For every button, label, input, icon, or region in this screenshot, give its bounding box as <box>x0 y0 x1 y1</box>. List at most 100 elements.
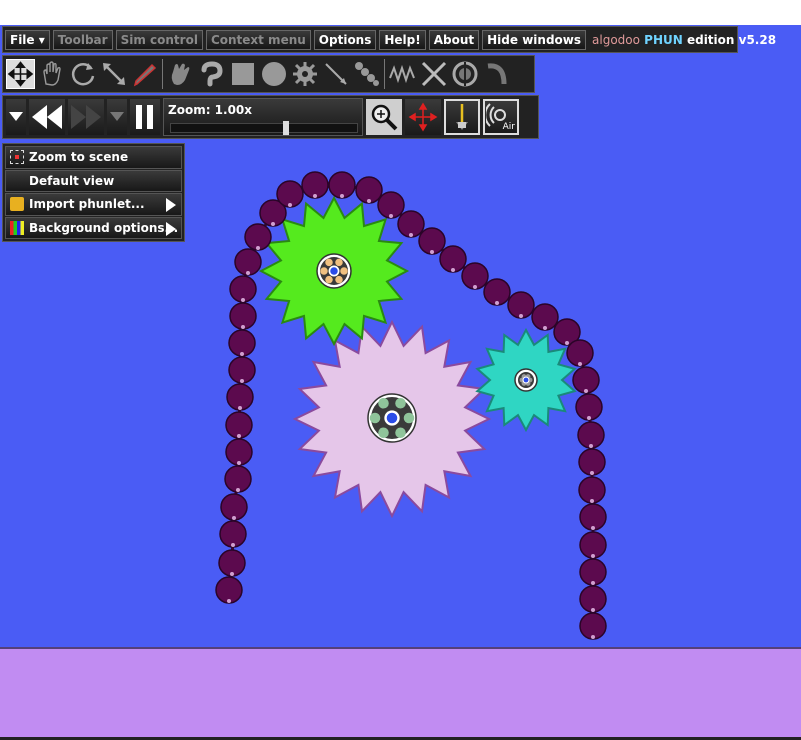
brush-tool-button[interactable] <box>166 59 195 89</box>
green-gear-bolt[interactable] <box>325 258 333 267</box>
chain-link-joint[interactable] <box>240 379 244 383</box>
chain-link-joint[interactable] <box>271 222 275 226</box>
sketch-tool-button[interactable] <box>130 59 159 89</box>
chain-link-joint[interactable] <box>451 268 455 272</box>
menu-help[interactable]: Help! <box>379 29 426 50</box>
menu-item-background-options[interactable]: Background options... <box>5 216 182 239</box>
zoom-slider-thumb[interactable] <box>283 121 289 135</box>
chain-tool-button[interactable] <box>352 59 381 89</box>
chain-link-joint[interactable] <box>591 581 595 585</box>
chain-link-joint[interactable] <box>591 526 595 530</box>
chain-link-joint[interactable] <box>227 599 231 603</box>
eraser-tool-button[interactable] <box>419 59 448 89</box>
green-gear-bolt[interactable] <box>335 258 343 267</box>
chain-link-joint[interactable] <box>409 233 413 237</box>
chain-link-joint[interactable] <box>288 203 292 207</box>
menu-sim-control[interactable]: Sim control <box>115 29 203 50</box>
chain-link-joint[interactable] <box>238 406 242 410</box>
chain-link-joint[interactable] <box>495 301 499 305</box>
menu-file[interactable]: File ▾ <box>5 29 50 50</box>
zoom-slider[interactable] <box>170 121 358 135</box>
chain-link-joint[interactable] <box>367 199 371 203</box>
green-gear-bolt[interactable] <box>325 275 333 284</box>
fast-forward-button[interactable] <box>68 99 104 135</box>
chain-link-joint[interactable] <box>237 461 241 465</box>
zoom-tool-button[interactable] <box>366 99 402 135</box>
menu-item-import-phunlet[interactable]: Import phunlet... <box>5 193 182 216</box>
teal-gear-center-dot[interactable] <box>523 377 529 383</box>
magnifier-icon <box>371 104 398 131</box>
drag-tool-button[interactable] <box>37 59 66 89</box>
large-pink-gear-bolt[interactable] <box>369 412 381 424</box>
menu-about[interactable]: About <box>428 29 480 50</box>
chain-link-joint[interactable] <box>236 488 240 492</box>
rotate-tool-button[interactable] <box>68 59 97 89</box>
sim-control-bar: Zoom: 1.00x Air <box>2 95 539 139</box>
menu-toolbar[interactable]: Toolbar <box>52 29 113 50</box>
large-pink-gear-bolt[interactable] <box>395 427 406 439</box>
circle-tool-button[interactable] <box>259 59 288 89</box>
move-tool-button[interactable] <box>6 59 35 89</box>
plane-tool-button[interactable] <box>197 59 226 89</box>
large-pink-gear-bolt[interactable] <box>378 397 389 409</box>
green-gear-bolt[interactable] <box>320 267 328 275</box>
chain-link-joint[interactable] <box>590 499 594 503</box>
chain-link-joint[interactable] <box>246 271 250 275</box>
large-pink-gear-bolt[interactable] <box>403 412 415 424</box>
spring-tool-button[interactable] <box>388 59 417 89</box>
chain-link-joint[interactable] <box>543 326 547 330</box>
chain-link-joint[interactable] <box>584 389 588 393</box>
menu-item-zoom-to-scene[interactable]: Zoom to scene <box>5 146 182 169</box>
chain-link-joint[interactable] <box>230 572 234 576</box>
chain-link-joint[interactable] <box>241 325 245 329</box>
menu-context-menu[interactable]: Context menu <box>205 29 311 50</box>
menu-hide-windows[interactable]: Hide windows <box>482 29 587 50</box>
menu-item-default-view[interactable]: Default view <box>5 169 182 192</box>
chain-link-joint[interactable] <box>590 471 594 475</box>
tracer-tool-button[interactable] <box>481 59 510 89</box>
chain-link-joint[interactable] <box>232 516 236 520</box>
chain-link-joint[interactable] <box>231 543 235 547</box>
large-pink-gear-center-dot[interactable] <box>386 412 398 424</box>
knife-tool-button[interactable] <box>321 59 350 89</box>
large-pink-gear-bolt[interactable] <box>395 397 406 409</box>
chain-link-joint[interactable] <box>430 250 434 254</box>
scale-tool-button[interactable] <box>99 59 128 89</box>
chain-link-joint[interactable] <box>256 246 260 250</box>
redo-dropdown-button[interactable] <box>107 99 127 135</box>
pan-tool-button[interactable] <box>405 99 441 135</box>
chain-link-joint[interactable] <box>591 635 595 639</box>
menu-options[interactable]: Options <box>313 29 377 50</box>
chain-link-joint[interactable] <box>241 298 245 302</box>
air-toggle-button[interactable]: Air <box>483 99 519 135</box>
drag-hand-icon <box>42 61 61 86</box>
undo-dropdown-button[interactable] <box>6 99 26 135</box>
gear-tool-button[interactable] <box>290 59 319 89</box>
circle-icon <box>261 62 286 86</box>
chain-link-joint[interactable] <box>237 434 241 438</box>
chain-link-joint[interactable] <box>313 194 317 198</box>
pause-button[interactable] <box>130 99 160 135</box>
toolbar-separator <box>162 59 163 89</box>
chain-link-joint[interactable] <box>591 554 595 558</box>
chain-link-joint[interactable] <box>565 341 569 345</box>
chain-link-joint[interactable] <box>240 352 244 356</box>
rewind-button[interactable] <box>29 99 65 135</box>
chain-link-joint[interactable] <box>591 608 595 612</box>
large-pink-gear-bolt[interactable] <box>378 427 389 439</box>
green-gear-center-dot[interactable] <box>330 267 338 275</box>
chain-link-joint[interactable] <box>389 214 393 218</box>
gravity-toggle-button[interactable] <box>444 99 480 135</box>
chain-link-joint[interactable] <box>587 416 591 420</box>
green-gear-bolt[interactable] <box>340 267 348 275</box>
chain-link-joint[interactable] <box>519 314 523 318</box>
chain-link-joint[interactable] <box>340 194 344 198</box>
chain-link-joint[interactable] <box>589 444 593 448</box>
menu-item-spacer <box>10 174 24 188</box>
zoom-control: Zoom: 1.00x <box>163 98 363 136</box>
chain-link-joint[interactable] <box>473 285 477 289</box>
fixate-tool-button[interactable] <box>450 59 479 89</box>
green-gear-bolt[interactable] <box>335 275 343 284</box>
box-tool-button[interactable] <box>228 59 257 89</box>
chain-link-joint[interactable] <box>578 362 582 366</box>
